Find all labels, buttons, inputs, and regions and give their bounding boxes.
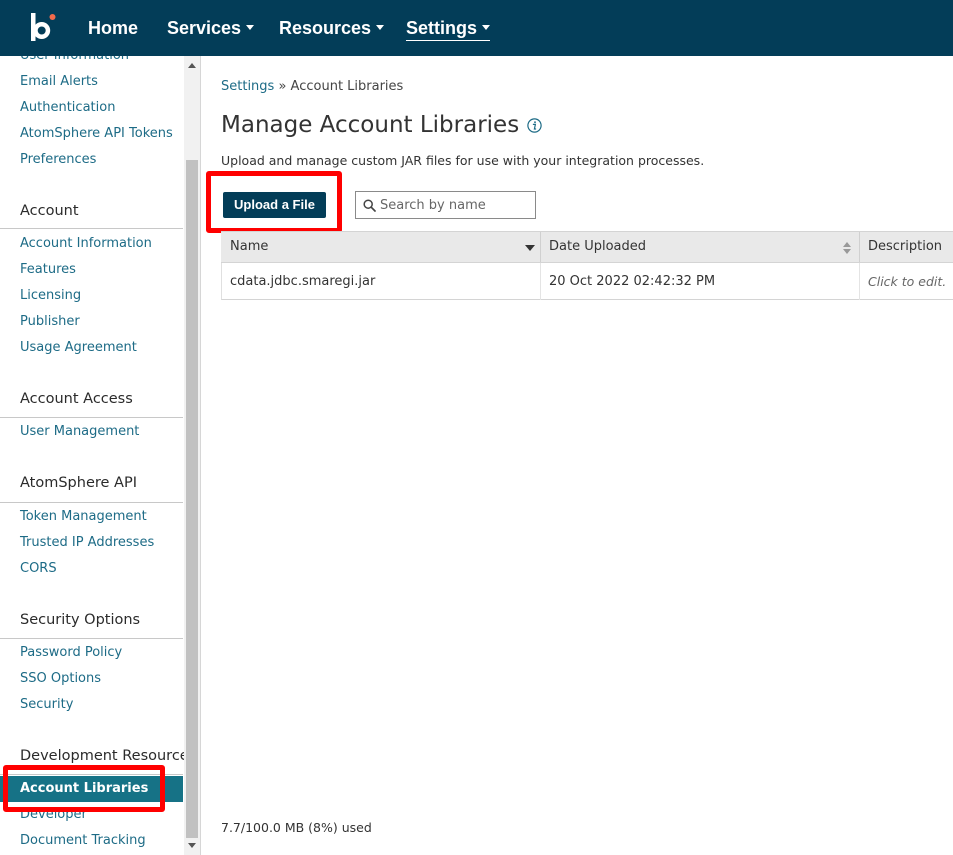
sidebar-item-trusted-ip-addresses[interactable]: Trusted IP Addresses (20, 535, 154, 551)
scroll-up-arrow-icon[interactable] (188, 63, 196, 68)
settings-sidebar: User Information Email Alerts Authentica… (0, 56, 201, 855)
cell-date-uploaded: 20 Oct 2022 02:42:32 PM (549, 274, 716, 289)
column-header-name[interactable]: Name (230, 232, 268, 262)
libraries-table-header: Name Date Uploaded Description (221, 231, 953, 263)
sidebar-scrollbar-thumb[interactable] (186, 160, 198, 838)
highlight-box-upload (206, 171, 342, 233)
nav-home-label: Home (88, 18, 139, 38)
nav-resources[interactable]: Resources (279, 17, 385, 39)
page-description: Upload and manage custom JAR files for u… (221, 153, 705, 168)
sort-both-icon[interactable] (843, 242, 851, 254)
chevron-down-icon (376, 24, 385, 30)
chevron-down-icon (482, 24, 491, 30)
column-header-date-uploaded[interactable]: Date Uploaded (549, 232, 646, 262)
highlight-box-sidebar (3, 765, 165, 812)
sidebar-item-user-management[interactable]: User Management (20, 424, 139, 440)
sidebar-item-sso-options[interactable]: SSO Options (20, 671, 101, 687)
sidebar-item-password-policy[interactable]: Password Policy (20, 645, 122, 661)
sidebar-item-authentication[interactable]: Authentication (20, 100, 115, 116)
chevron-down-icon (246, 24, 255, 30)
breadcrumb: Settings » Account Libraries (221, 79, 403, 95)
column-divider (540, 232, 541, 262)
nav-services-label: Services (167, 18, 242, 38)
column-divider (540, 263, 541, 300)
sidebar-item-token-management[interactable]: Token Management (20, 509, 147, 525)
sidebar-item-user-information[interactable]: User Information (20, 56, 129, 64)
sidebar-divider (0, 228, 183, 229)
breadcrumb-current: Account Libraries (290, 79, 404, 94)
info-icon[interactable] (527, 118, 542, 133)
sidebar-item-cors[interactable]: CORS (20, 561, 57, 577)
cell-description-edit[interactable]: Click to edit. (868, 263, 946, 300)
nav-settings[interactable]: Settings (406, 17, 491, 41)
column-header-description[interactable]: Description (868, 232, 942, 262)
sidebar-item-licensing[interactable]: Licensing (20, 288, 81, 304)
sidebar-item-api-tokens[interactable]: AtomSphere API Tokens (20, 126, 173, 142)
search-icon (363, 199, 376, 212)
nav-services[interactable]: Services (167, 17, 255, 39)
sidebar-item-account-information[interactable]: Account Information (20, 236, 152, 252)
sidebar-item-document-tracking[interactable]: Document Tracking (20, 833, 146, 849)
storage-usage-text: 7.7/100.0 MB (8%) used (221, 820, 372, 835)
nav-home[interactable]: Home (88, 17, 138, 39)
sidebar-item-preferences[interactable]: Preferences (20, 152, 96, 168)
sidebar-heading-security-options: Security Options (20, 612, 141, 628)
sidebar-divider (0, 502, 183, 503)
sidebar-heading-development-resources: Development Resources (20, 748, 197, 764)
sidebar-divider (0, 417, 183, 418)
sidebar-item-publisher[interactable]: Publisher (20, 314, 80, 330)
breadcrumb-settings-link[interactable]: Settings (221, 79, 274, 94)
sidebar-divider (0, 638, 183, 639)
search-field[interactable] (355, 191, 536, 219)
column-divider (859, 263, 860, 300)
top-navigation-bar: Home Services Resources Settings (0, 0, 953, 56)
sidebar-item-email-alerts[interactable]: Email Alerts (20, 74, 98, 90)
sidebar-item-security[interactable]: Security (20, 697, 73, 713)
sidebar-item-usage-agreement[interactable]: Usage Agreement (20, 340, 137, 356)
nav-resources-label: Resources (279, 18, 372, 38)
nav-settings-label: Settings (406, 18, 478, 38)
sort-down-icon[interactable] (525, 245, 535, 251)
boomi-logo-icon[interactable] (29, 11, 59, 45)
column-divider (859, 232, 860, 262)
table-row[interactable]: cdata.jdbc.smaregi.jar 20 Oct 2022 02:42… (221, 263, 953, 300)
search-input[interactable] (380, 196, 530, 214)
sidebar-heading-account: Account (20, 203, 79, 219)
sidebar-heading-account-access: Account Access (20, 391, 133, 407)
sidebar-item-features[interactable]: Features (20, 262, 76, 278)
cell-name: cdata.jdbc.smaregi.jar (230, 274, 376, 289)
sidebar-heading-atomsphere-api: AtomSphere API (20, 475, 137, 491)
scroll-down-arrow-icon[interactable] (188, 843, 196, 848)
page-title: Manage Account Libraries (221, 112, 520, 138)
breadcrumb-separator: » (274, 79, 291, 94)
